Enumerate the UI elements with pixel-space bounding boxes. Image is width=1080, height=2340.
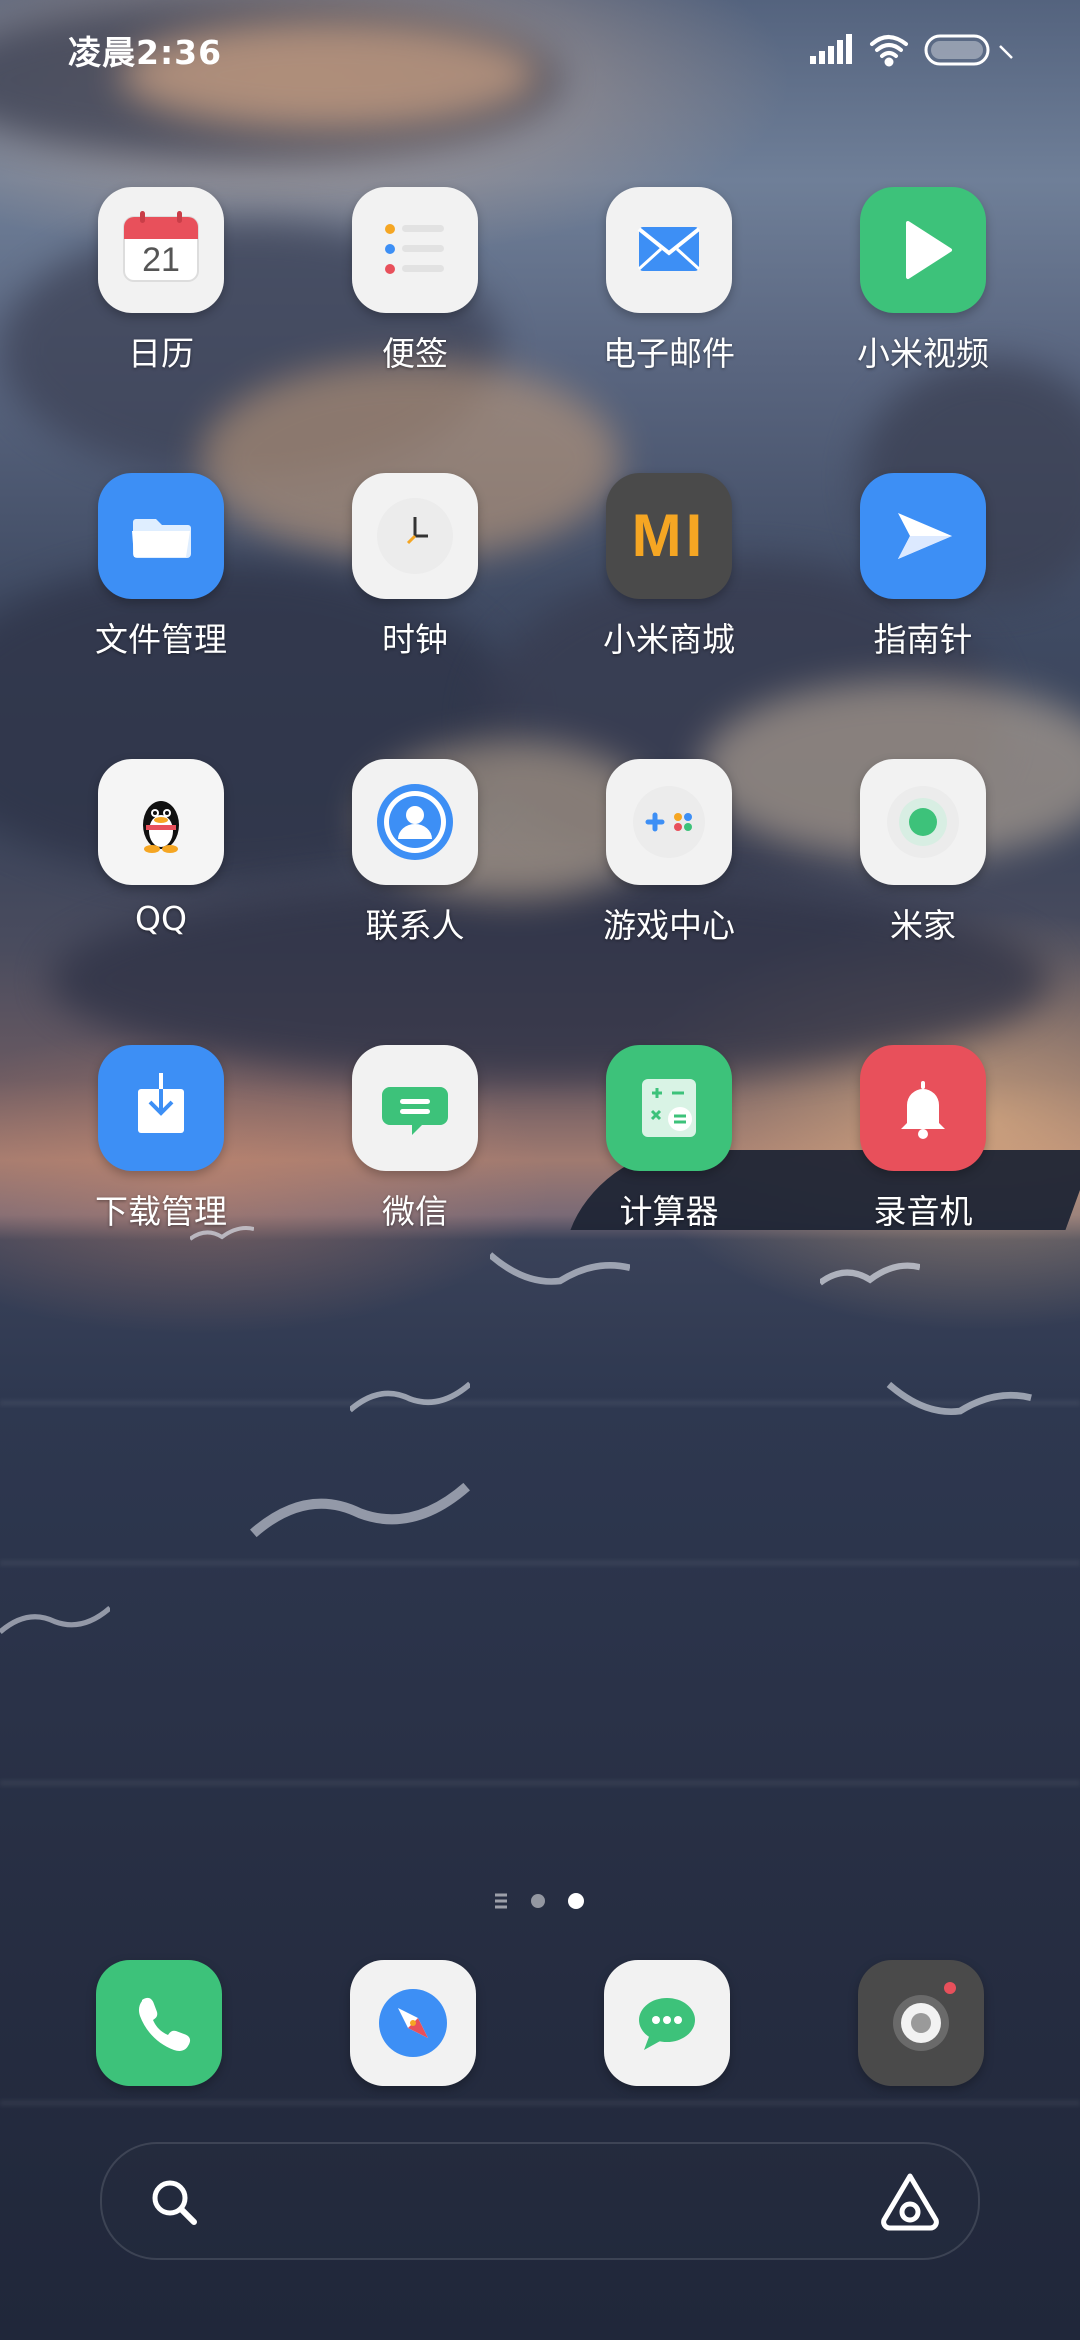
dock-browser[interactable] [350,1960,476,2086]
camera-icon [858,1960,984,2086]
app-calculator[interactable]: 计算器 [564,1045,774,1275]
mail-icon [606,187,732,313]
app-label: 下载管理 [95,1192,227,1231]
app-qq[interactable]: QQ [56,759,266,989]
dock-phone[interactable] [96,1960,222,2086]
compass-arrow-icon [860,473,986,599]
app-label: 微信 [382,1192,448,1231]
app-label: 电子邮件 [603,334,735,373]
signal-icon [810,34,852,64]
download-icon [98,1045,224,1171]
app-notes[interactable]: 便签 [310,187,520,417]
home-pages-icon [495,1893,507,1909]
app-calendar[interactable]: 21 日历 [56,187,266,417]
status-icons [810,30,1040,70]
app-mi-store[interactable]: MI 小米商城 [564,473,774,703]
seagull-icon [350,1381,470,1413]
app-clock[interactable]: 时钟 [310,473,520,703]
app-label: 小米商城 [603,620,735,659]
app-label: 计算器 [619,1192,719,1231]
page-indicator[interactable] [490,1886,600,1916]
app-label: 文件管理 [95,620,227,659]
app-download-manager[interactable]: 下载管理 [56,1045,266,1275]
phone-icon [96,1960,222,2086]
browser-compass-icon [350,1960,476,2086]
app-mijia[interactable]: 米家 [818,759,1028,989]
seagull-icon [250,1482,470,1538]
app-wechat[interactable]: 微信 [310,1045,520,1275]
calculator-icon [606,1045,732,1171]
app-label: 游戏中心 [603,906,735,945]
contacts-icon [352,759,478,885]
messages-icon [604,1960,730,2086]
app-recorder[interactable]: 录音机 [818,1045,1028,1275]
app-label: 录音机 [873,1192,973,1231]
seagull-icon [886,1381,1032,1415]
video-play-icon [860,187,986,313]
app-label: 小米视频 [857,334,989,373]
dock-camera[interactable] [858,1960,984,2086]
app-label: 时钟 [382,620,448,659]
calendar-icon: 21 [98,187,224,313]
battery-icon [924,34,990,66]
app-game-center[interactable]: 游戏中心 [564,759,774,989]
search-bar[interactable] [100,2142,980,2260]
app-email[interactable]: 电子邮件 [564,187,774,417]
calendar-date: 21 [142,241,180,279]
page-dot-1 [531,1894,545,1908]
gamepad-icon [606,759,732,885]
mi-logo-icon: MI [606,473,732,599]
seagull-icon [0,1605,110,1635]
mi-logo-text: MI [631,502,707,569]
wifi-icon [870,35,908,67]
app-label: 米家 [890,906,956,945]
status-bar: 凌晨2:36 [0,0,1080,100]
qq-penguin-icon [98,759,224,885]
app-contacts[interactable]: 联系人 [310,759,520,989]
app-label: 联系人 [365,906,465,945]
app-mi-video[interactable]: 小米视频 [818,187,1028,417]
status-time: 凌晨2:36 [68,33,223,72]
charging-icon [999,45,1013,59]
app-label: 便签 [382,334,448,373]
chat-bubble-icon [352,1045,478,1171]
app-file-manager[interactable]: 文件管理 [56,473,266,703]
bell-recorder-icon [860,1045,986,1171]
dock-messages[interactable] [604,1960,730,2086]
mijia-icon [860,759,986,885]
app-label: 日历 [128,334,194,373]
page-dot-2 [568,1893,584,1909]
assistant-icon[interactable] [878,2170,942,2232]
app-compass[interactable]: 指南针 [818,473,1028,703]
folder-icon [98,473,224,599]
search-icon[interactable] [146,2174,202,2230]
app-label: 指南针 [873,620,973,659]
app-label: QQ [135,899,187,938]
clock-icon [352,473,478,599]
notes-icon [352,187,478,313]
